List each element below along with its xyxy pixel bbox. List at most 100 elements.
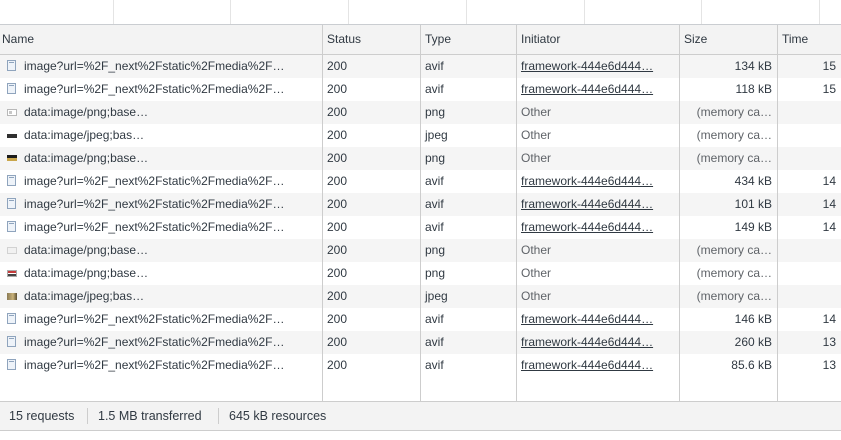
request-status: 200 bbox=[327, 358, 348, 372]
request-type: avif bbox=[425, 82, 444, 96]
request-time bbox=[778, 124, 841, 147]
request-size: (memory ca… bbox=[696, 128, 772, 142]
request-time: 14 bbox=[822, 174, 836, 188]
timeline-gridline bbox=[348, 0, 349, 24]
column-header-name[interactable]: Name bbox=[0, 25, 322, 54]
request-status: 200 bbox=[327, 59, 348, 73]
summary-divider bbox=[87, 408, 88, 424]
request-initiator[interactable]: framework-444e6d444… bbox=[517, 331, 679, 354]
request-status: 200 bbox=[327, 220, 348, 234]
request-status: 200 bbox=[327, 174, 348, 188]
request-status: 200 bbox=[327, 243, 348, 257]
request-type: avif bbox=[425, 312, 444, 326]
request-size: 149 kB bbox=[734, 220, 772, 234]
timeline-gridline bbox=[230, 0, 231, 24]
request-initiator[interactable]: framework-444e6d444… bbox=[517, 193, 679, 216]
request-type: avif bbox=[425, 220, 444, 234]
request-name: image?url=%2F_next%2Fstatic%2Fmedia%2F… bbox=[24, 82, 285, 96]
timeline-gridline bbox=[701, 0, 702, 24]
request-status: 200 bbox=[327, 105, 348, 119]
request-status: 200 bbox=[327, 335, 348, 349]
request-initiator[interactable]: framework-444e6d444… bbox=[517, 55, 679, 78]
network-requests-table: Name Status Type Initiator Size Time ima… bbox=[0, 25, 841, 401]
request-initiator[interactable]: framework-444e6d444… bbox=[517, 170, 679, 193]
request-time bbox=[778, 285, 841, 308]
request-type: jpeg bbox=[425, 128, 448, 142]
request-count: 15 requests bbox=[9, 409, 75, 423]
request-time: 15 bbox=[822, 59, 836, 73]
request-size: 118 kB bbox=[735, 82, 772, 96]
timeline-gridline bbox=[819, 0, 820, 24]
request-size: (memory ca… bbox=[696, 289, 772, 303]
request-time: 14 bbox=[822, 220, 836, 234]
request-name: data:image/jpeg;bas… bbox=[24, 289, 145, 303]
request-status: 200 bbox=[327, 197, 348, 211]
column-header-time[interactable]: Time bbox=[778, 25, 841, 54]
request-type: png bbox=[425, 266, 446, 280]
request-time bbox=[778, 147, 841, 170]
column-divider[interactable] bbox=[322, 25, 323, 401]
column-header-initiator[interactable]: Initiator bbox=[517, 25, 679, 54]
request-time: 13 bbox=[822, 335, 836, 349]
request-size: 134 kB bbox=[734, 59, 772, 73]
request-name: image?url=%2F_next%2Fstatic%2Fmedia%2F… bbox=[24, 358, 285, 372]
request-type: png bbox=[425, 105, 446, 119]
request-time: 13 bbox=[822, 358, 836, 372]
request-name: image?url=%2F_next%2Fstatic%2Fmedia%2F… bbox=[24, 59, 285, 73]
request-type: avif bbox=[425, 59, 444, 73]
request-initiator: Other bbox=[521, 128, 552, 142]
request-initiator: Other bbox=[521, 243, 552, 257]
request-initiator: Other bbox=[521, 289, 552, 303]
request-name: image?url=%2F_next%2Fstatic%2Fmedia%2F… bbox=[24, 174, 285, 188]
request-initiator: Other bbox=[521, 151, 552, 165]
column-header-status[interactable]: Status bbox=[323, 25, 420, 54]
column-header-type[interactable]: Type bbox=[421, 25, 516, 54]
network-summary-bar: 15 requests 1.5 MB transferred 645 kB re… bbox=[0, 401, 841, 430]
request-name: image?url=%2F_next%2Fstatic%2Fmedia%2F… bbox=[24, 335, 285, 349]
request-initiator[interactable]: framework-444e6d444… bbox=[517, 216, 679, 239]
column-divider[interactable] bbox=[516, 25, 517, 401]
request-size: (memory ca… bbox=[696, 266, 772, 280]
request-initiator: Other bbox=[521, 105, 552, 119]
request-initiator: Other bbox=[521, 266, 552, 280]
timeline-gridline bbox=[113, 0, 114, 24]
request-name: image?url=%2F_next%2Fstatic%2Fmedia%2F… bbox=[24, 312, 285, 326]
request-time: 14 bbox=[822, 197, 836, 211]
column-divider[interactable] bbox=[420, 25, 421, 401]
request-initiator[interactable]: framework-444e6d444… bbox=[517, 78, 679, 101]
request-initiator[interactable]: framework-444e6d444… bbox=[517, 354, 679, 377]
request-time bbox=[778, 101, 841, 124]
request-name: data:image/png;base… bbox=[24, 151, 149, 165]
request-size: 260 kB bbox=[734, 335, 772, 349]
request-initiator[interactable]: framework-444e6d444… bbox=[517, 308, 679, 331]
request-status: 200 bbox=[327, 128, 348, 142]
transferred-size: 1.5 MB transferred bbox=[98, 409, 202, 423]
request-type: avif bbox=[425, 358, 444, 372]
request-type: png bbox=[425, 243, 446, 257]
request-size: 434 kB bbox=[734, 174, 772, 188]
request-time bbox=[778, 239, 841, 262]
request-size: (memory ca… bbox=[696, 151, 772, 165]
request-size: 85.6 kB bbox=[731, 358, 772, 372]
column-header-size[interactable]: Size bbox=[680, 25, 777, 54]
waterfall-overview bbox=[0, 0, 841, 25]
request-time: 14 bbox=[822, 312, 836, 326]
request-name: image?url=%2F_next%2Fstatic%2Fmedia%2F… bbox=[24, 197, 285, 211]
request-name: data:image/png;base… bbox=[24, 266, 149, 280]
request-time: 15 bbox=[822, 82, 836, 96]
summary-divider bbox=[218, 408, 219, 424]
request-status: 200 bbox=[327, 82, 348, 96]
column-divider[interactable] bbox=[679, 25, 680, 401]
request-status: 200 bbox=[327, 289, 348, 303]
request-type: png bbox=[425, 151, 446, 165]
timeline-gridline bbox=[584, 0, 585, 24]
resources-size: 645 kB resources bbox=[229, 409, 327, 423]
request-size: (memory ca… bbox=[696, 243, 772, 257]
request-status: 200 bbox=[327, 151, 348, 165]
request-name: data:image/png;base… bbox=[24, 105, 149, 119]
column-divider[interactable] bbox=[777, 25, 778, 401]
request-size: 101 kB bbox=[734, 197, 772, 211]
request-name: image?url=%2F_next%2Fstatic%2Fmedia%2F… bbox=[24, 220, 285, 234]
request-status: 200 bbox=[327, 312, 348, 326]
timeline-gridline bbox=[466, 0, 467, 24]
